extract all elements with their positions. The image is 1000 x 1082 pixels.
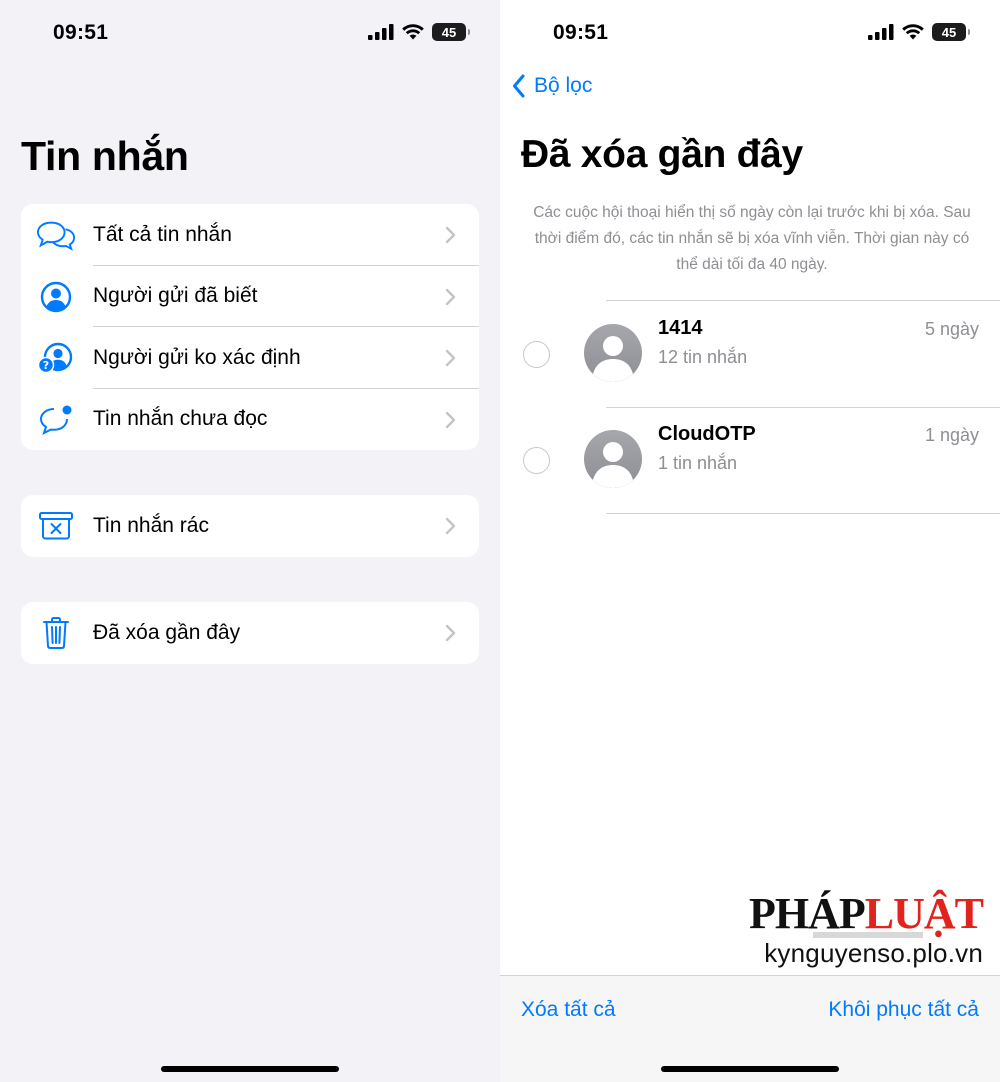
select-radio[interactable] xyxy=(523,341,550,368)
avatar xyxy=(584,324,642,382)
conversation-row[interactable]: 1414 12 tin nhắn 5 ngày xyxy=(500,301,1000,407)
wifi-icon xyxy=(902,24,924,40)
junk-group: Tin nhắn rác xyxy=(21,495,479,557)
battery-indicator: 45 xyxy=(432,23,470,41)
cellular-signal-icon xyxy=(368,24,394,40)
filter-label: Người gửi ko xác định xyxy=(93,345,301,369)
filter-all-messages[interactable]: Tất cả tin nhắn xyxy=(21,204,479,266)
page-title: Đã xóa gần đây xyxy=(521,133,803,176)
filter-label: Đã xóa gần đây xyxy=(93,620,241,644)
days-remaining: 5 ngày xyxy=(924,319,979,339)
back-button[interactable]: Bộ lọc xyxy=(512,74,592,98)
deleted-group: Đã xóa gần đây xyxy=(21,602,479,664)
status-icons: 45 xyxy=(868,23,970,41)
list-separator xyxy=(606,513,1000,514)
select-radio[interactable] xyxy=(523,447,550,474)
cellular-signal-icon xyxy=(868,24,894,40)
status-icons: 45 xyxy=(368,23,470,41)
chevron-right-icon xyxy=(445,226,456,244)
watermark-logo-a: PHÁP xyxy=(748,889,866,938)
chat-bubbles-icon xyxy=(36,217,76,253)
chevron-left-icon xyxy=(513,74,525,98)
home-indicator[interactable] xyxy=(661,1066,839,1072)
battery-indicator: 45 xyxy=(932,23,970,41)
status-time: 09:51 xyxy=(53,21,109,44)
watermark-logo-b: LUẬT xyxy=(864,889,984,938)
chevron-right-icon xyxy=(445,349,456,367)
watermark-site: kynguyenso.plo.vn xyxy=(764,938,983,968)
status-time: 09:51 xyxy=(553,21,609,44)
status-bar: 09:51 45 xyxy=(500,18,1000,50)
filter-unknown-senders[interactable]: ? Người gửi ko xác định xyxy=(21,327,479,389)
status-bar: 09:51 45 xyxy=(0,18,500,50)
retention-description: Các cuộc hội thoại hiển thị số ngày còn … xyxy=(533,204,971,273)
filter-label: Tất cả tin nhắn xyxy=(93,222,232,246)
filter-label: Tin nhắn chưa đọc xyxy=(93,407,268,431)
svg-text:?: ? xyxy=(43,359,49,372)
filter-known-senders[interactable]: Người gửi đã biết xyxy=(21,266,479,327)
wifi-icon xyxy=(402,24,424,40)
avatar xyxy=(584,430,642,488)
filter-label: Tin nhắn rác xyxy=(93,513,209,537)
chevron-right-icon xyxy=(445,624,456,642)
contact-silhouette-icon xyxy=(593,336,633,382)
chevron-right-icon xyxy=(445,288,456,305)
home-indicator[interactable] xyxy=(161,1066,339,1072)
filter-junk[interactable]: Tin nhắn rác xyxy=(21,495,479,557)
person-circle-icon xyxy=(36,279,76,315)
conversation-name: CloudOTP xyxy=(658,423,756,445)
battery-level: 45 xyxy=(441,24,457,40)
junk-bin-icon xyxy=(36,508,76,544)
back-label: Bộ lọc xyxy=(534,74,593,97)
watermark: PHÁPLUẬT kynguyenso.plo.vn xyxy=(749,888,984,978)
unknown-person-icon: ? xyxy=(36,340,76,376)
filters-screen: 09:51 45 Tin nhắn Tất cả tin nhắn Người … xyxy=(0,0,500,1082)
message-count: 12 tin nhắn xyxy=(658,347,748,367)
days-remaining: 1 ngày xyxy=(924,425,979,445)
conversation-name: 1414 xyxy=(658,317,703,339)
recently-deleted-screen: 09:51 45 Bộ lọc Đã xóa gần đây Các cuộc … xyxy=(500,0,1000,1082)
filters-group: Tất cả tin nhắn Người gửi đã biết ? Ngườ… xyxy=(21,204,479,450)
contact-silhouette-icon xyxy=(593,442,633,488)
page-title: Tin nhắn xyxy=(21,133,189,179)
chevron-right-icon xyxy=(445,411,456,428)
delete-all-button[interactable]: Xóa tất cả xyxy=(521,998,616,1022)
filter-recently-deleted[interactable]: Đã xóa gần đây xyxy=(21,602,479,664)
restore-all-button[interactable]: Khôi phục tất cả xyxy=(828,998,979,1022)
conversation-row[interactable]: CloudOTP 1 tin nhắn 1 ngày xyxy=(500,408,1000,514)
message-count: 1 tin nhắn xyxy=(658,453,738,473)
battery-level: 45 xyxy=(941,24,957,40)
chevron-right-icon xyxy=(445,517,456,535)
filter-unread-messages[interactable]: Tin nhắn chưa đọc xyxy=(21,389,479,451)
unread-bubble-icon xyxy=(36,402,76,438)
filter-label: Người gửi đã biết xyxy=(93,284,258,308)
trash-icon xyxy=(36,615,76,651)
